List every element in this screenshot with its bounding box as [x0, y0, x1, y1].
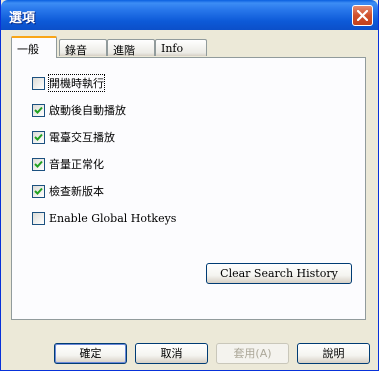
general-panel: 開機時執行 啟動後自動播放 電臺交互播放 音量正常化 檢查新版本 Enable … [11, 57, 366, 320]
checkbox[interactable] [32, 211, 45, 225]
option-label: 音量正常化 [49, 158, 104, 171]
checkbox[interactable] [32, 157, 45, 171]
checkbox[interactable] [32, 76, 45, 90]
help-button[interactable]: 說明 [297, 343, 370, 364]
tab-label: 錄音 [65, 44, 87, 57]
tab-advanced[interactable]: 進階 [107, 39, 155, 57]
clear-search-history-button[interactable]: Clear Search History [206, 263, 352, 284]
ok-button[interactable]: 確定 [54, 343, 127, 364]
check-icon [34, 133, 43, 141]
check-icon [34, 106, 43, 114]
cancel-button[interactable]: 取消 [135, 343, 208, 364]
option-volume-normalize[interactable]: 音量正常化 [32, 156, 104, 172]
option-run-at-startup[interactable]: 開機時執行 [32, 74, 105, 92]
check-icon [34, 160, 43, 168]
option-autoplay[interactable]: 啟動後自動播放 [32, 102, 126, 118]
option-label: 電臺交互播放 [49, 131, 115, 144]
dialog-client: 一般 錄音 進階 Info 開機時執行 啟動後自動播放 電臺交互播放 音量正常化… [5, 30, 374, 366]
option-global-hotkeys[interactable]: Enable Global Hotkeys [32, 210, 176, 226]
option-label: 檢查新版本 [49, 185, 104, 198]
check-icon [34, 187, 43, 195]
tab-label: 一般 [17, 43, 39, 56]
option-check-updates[interactable]: 檢查新版本 [32, 183, 104, 199]
tab-label: 進階 [113, 44, 135, 57]
close-button[interactable] [352, 5, 373, 26]
tab-recording[interactable]: 錄音 [59, 39, 107, 57]
options-dialog: 選項 一般 錄音 進階 Info 開機時執行 啟動後自動播放 電臺交互播放 音量… [0, 0, 379, 371]
option-label: 啟動後自動播放 [49, 104, 126, 117]
checkbox[interactable] [32, 184, 45, 198]
checkbox[interactable] [32, 103, 45, 117]
checkbox[interactable] [32, 130, 45, 144]
option-label: Enable Global Hotkeys [49, 211, 177, 225]
window-title: 選項 [9, 11, 36, 26]
tab-info[interactable]: Info [155, 39, 207, 56]
tab-general[interactable]: 一般 [11, 36, 57, 58]
title-bar[interactable]: 選項 [1, 0, 378, 30]
option-station-alternate[interactable]: 電臺交互播放 [32, 129, 115, 145]
tab-label: Info [161, 42, 184, 55]
apply-button[interactable]: 套用(A) [216, 343, 289, 364]
option-label: 開機時執行 [48, 74, 105, 92]
close-icon [357, 10, 368, 21]
